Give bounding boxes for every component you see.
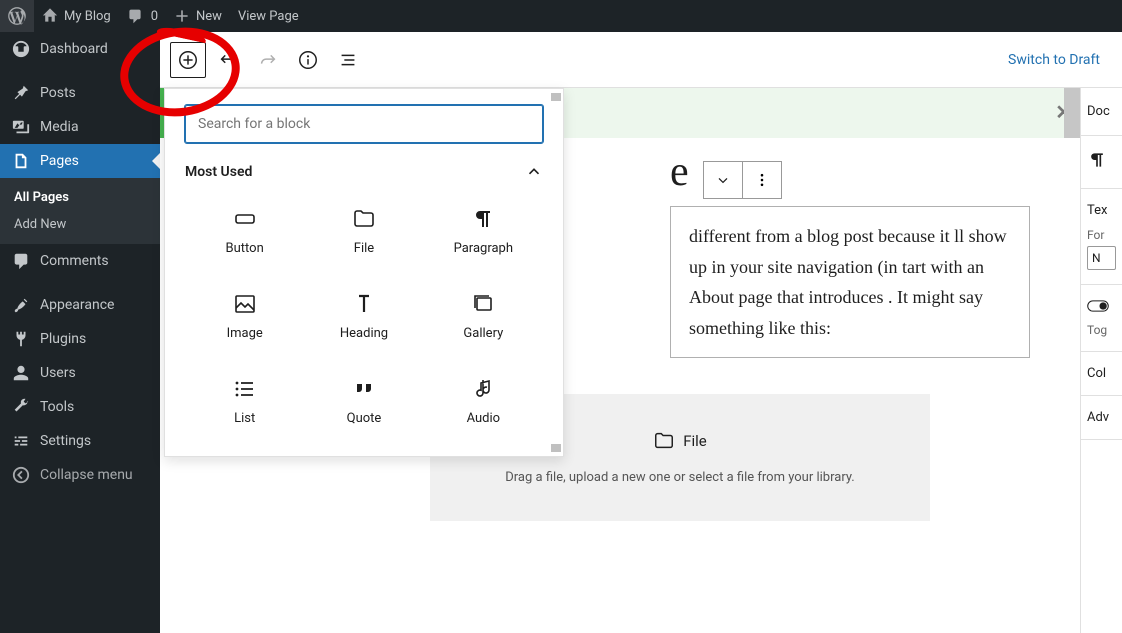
- media-icon: [12, 118, 30, 136]
- pages-submenu: All Pages Add New: [0, 178, 160, 244]
- sidebar-sub-all-pages[interactable]: All Pages: [0, 184, 160, 211]
- heading-block-icon: [352, 292, 376, 316]
- block-item-image[interactable]: Image: [185, 278, 304, 355]
- plus-circle-icon: [177, 49, 199, 71]
- comment-icon: [12, 252, 30, 270]
- info-button[interactable]: [290, 42, 326, 78]
- inserter-section-title: Most Used: [185, 164, 252, 180]
- sidebar-item-settings[interactable]: Settings: [0, 424, 160, 458]
- sidebar-item-comments[interactable]: Comments: [0, 244, 160, 278]
- paragraph-icon-row[interactable]: [1081, 136, 1122, 189]
- pushpin-icon: [12, 84, 30, 102]
- image-block-icon: [233, 292, 257, 316]
- editor-area: Switch to Draft ✕ Doc Tex For N Tog Col …: [160, 32, 1122, 633]
- file-block-description: Drag a file, upload a new one or select …: [450, 470, 910, 485]
- plus-icon: [174, 8, 190, 24]
- block-inserter-panel: Most Used Button File Paragraph: [164, 88, 564, 457]
- undo-icon: [217, 49, 239, 71]
- wrench-icon: [12, 398, 30, 416]
- file-block-title: File: [683, 432, 707, 450]
- block-item-file[interactable]: File: [304, 193, 423, 270]
- file-block-icon: [352, 207, 376, 231]
- block-item-list[interactable]: List: [185, 363, 304, 440]
- block-item-quote[interactable]: Quote: [304, 363, 423, 440]
- comments-count: 0: [151, 9, 158, 24]
- chevron-up-icon[interactable]: [525, 163, 543, 181]
- collapse-icon: [12, 466, 30, 484]
- list-block-icon: [233, 377, 257, 401]
- new-content-link[interactable]: New: [166, 0, 230, 32]
- outline-icon: [337, 49, 359, 71]
- paragraph-block[interactable]: different from a blog post because it ll…: [670, 206, 1030, 358]
- advanced-row[interactable]: Adv: [1081, 396, 1122, 440]
- sidebar-item-appearance[interactable]: Appearance: [0, 288, 160, 322]
- page-icon: [12, 152, 30, 170]
- sidebar-item-plugins[interactable]: Plugins: [0, 322, 160, 356]
- sidebar-item-dashboard[interactable]: Dashboard: [0, 32, 160, 66]
- add-block-button[interactable]: [170, 42, 206, 78]
- view-page-link[interactable]: View Page: [230, 0, 307, 32]
- dropcap-row[interactable]: Tog: [1081, 285, 1122, 352]
- block-align-dropdown[interactable]: [704, 161, 742, 199]
- collapse-menu[interactable]: Collapse menu: [0, 458, 160, 492]
- more-vertical-icon: [754, 172, 770, 188]
- sidebar-item-tools[interactable]: Tools: [0, 390, 160, 424]
- sidebar-item-users[interactable]: Users: [0, 356, 160, 390]
- block-item-paragraph[interactable]: Paragraph: [424, 193, 543, 270]
- toggle-icon: [1087, 299, 1109, 313]
- sidebar-sub-add-new[interactable]: Add New: [0, 211, 160, 238]
- sidebar-item-pages[interactable]: Pages: [0, 144, 160, 178]
- outline-button[interactable]: [330, 42, 366, 78]
- sidebar-item-media[interactable]: Media: [0, 110, 160, 144]
- block-search-input[interactable]: [185, 105, 543, 143]
- inserter-scroll-down[interactable]: [551, 444, 561, 452]
- dashboard-icon: [12, 40, 30, 58]
- paragraph-block-icon: [471, 207, 495, 231]
- comment-bubble-icon: [127, 8, 143, 24]
- page-title[interactable]: e: [670, 148, 689, 196]
- chevron-down-icon: [715, 172, 731, 188]
- sliders-icon: [12, 432, 30, 450]
- switch-to-draft-button[interactable]: Switch to Draft: [996, 52, 1112, 68]
- sidebar-item-posts[interactable]: Posts: [0, 76, 160, 110]
- brush-icon: [12, 296, 30, 314]
- editor-toolbar: Switch to Draft: [160, 32, 1122, 88]
- settings-panel: Doc Tex For N Tog Col Adv: [1080, 88, 1122, 633]
- admin-sidebar: Dashboard Posts Media Pages All Pages Ad…: [0, 32, 160, 633]
- admin-bar: My Blog 0 New View Page: [0, 0, 1122, 32]
- audio-block-icon: [471, 377, 495, 401]
- home-icon: [42, 8, 58, 24]
- site-name-link[interactable]: My Blog: [34, 0, 119, 32]
- redo-icon: [257, 49, 279, 71]
- pilcrow-icon: [1087, 150, 1107, 170]
- block-toolbar: [703, 161, 782, 199]
- info-icon: [297, 49, 319, 71]
- user-icon: [12, 364, 30, 382]
- block-item-heading[interactable]: Heading: [304, 278, 423, 355]
- block-item-gallery[interactable]: Gallery: [424, 278, 543, 355]
- text-settings-row[interactable]: Tex For N: [1081, 189, 1122, 285]
- redo-button[interactable]: [250, 42, 286, 78]
- settings-tab-document[interactable]: Doc: [1081, 88, 1122, 136]
- plug-icon: [12, 330, 30, 348]
- folder-icon: [653, 430, 675, 452]
- block-item-audio[interactable]: Audio: [424, 363, 543, 440]
- block-more-button[interactable]: [743, 161, 781, 199]
- wp-logo[interactable]: [0, 0, 34, 32]
- block-item-button[interactable]: Button: [185, 193, 304, 270]
- button-block-icon: [233, 207, 257, 231]
- new-label: New: [196, 9, 222, 24]
- comments-link[interactable]: 0: [119, 0, 166, 32]
- inserter-scroll-up[interactable]: [551, 93, 561, 101]
- undo-button[interactable]: [210, 42, 246, 78]
- gallery-block-icon: [471, 292, 495, 316]
- quote-block-icon: [352, 377, 376, 401]
- color-settings-row[interactable]: Col: [1081, 352, 1122, 396]
- site-name: My Blog: [64, 9, 111, 24]
